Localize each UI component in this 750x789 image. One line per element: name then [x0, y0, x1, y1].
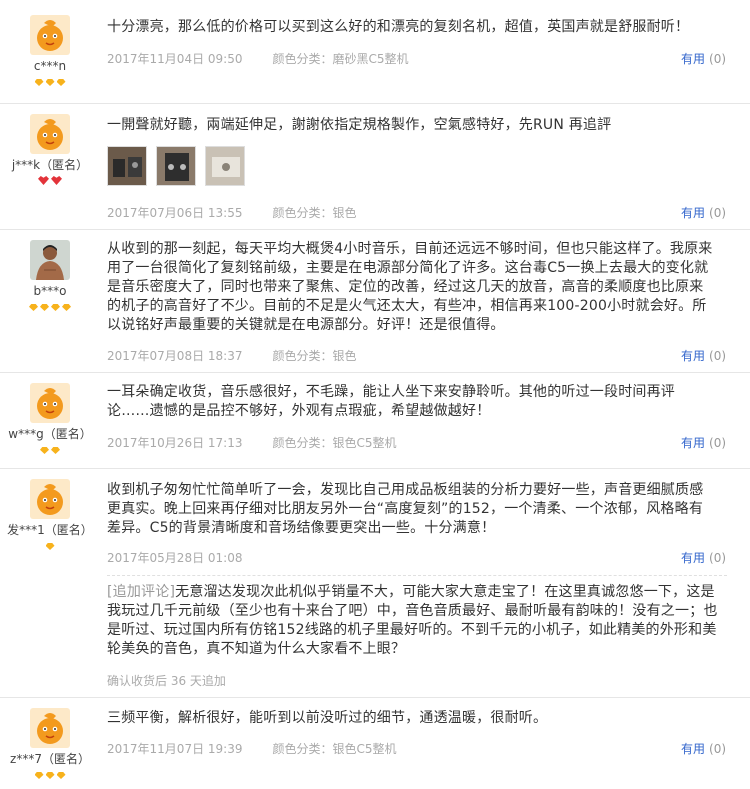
review-date: 2017年11月04日 09:50 [107, 52, 243, 66]
reviewer-name: w***g（匿名） [8, 427, 92, 441]
review-meta: 2017年11月04日 09:50 颜色分类：磨砂黑C5整机 [107, 50, 409, 67]
review-sku: 颜色分类：银色C5整机 [272, 436, 397, 450]
followup-tag: [追加评论] [107, 584, 176, 600]
review-photo-thumbnail[interactable] [205, 146, 246, 186]
review-text: 一耳朵确定收货，音乐感很好，不毛躁，能让人坐下来安静聆听。其他的听过一段时间再评… [107, 384, 675, 419]
review-text: 一開聲就好聽，兩端延伸足，謝謝依指定規格製作，空氣感特好，先RUN 再追評 [107, 117, 612, 133]
useful-label[interactable]: 有用 [681, 436, 705, 450]
followup-meta: 确认收货后 36 天追加 [107, 674, 226, 688]
photo-avatar[interactable] [30, 240, 70, 280]
reviewer-level-badge [0, 175, 100, 185]
mascot-icon[interactable] [30, 708, 70, 748]
useful-button[interactable]: 有用 (0) [681, 204, 726, 221]
mascot-icon[interactable] [30, 383, 70, 423]
useful-count: (0) [709, 551, 727, 565]
reviewer-level-badge [0, 301, 100, 311]
review-photo-thumbnail[interactable] [156, 146, 197, 186]
useful-count: (0) [709, 436, 727, 450]
review-text: 收到机子匆匆忙忙简单听了一会，发现比自己用成品板组装的分析力要好一些，声音更细腻… [107, 482, 704, 536]
useful-label[interactable]: 有用 [681, 206, 705, 220]
mascot-icon[interactable] [30, 479, 70, 519]
review-date: 2017年11月07日 19:39 [107, 742, 243, 756]
reviewer-info: z***7（匿名） [0, 708, 100, 779]
followup-divider [107, 575, 727, 576]
reviewer-level-badge [0, 444, 100, 454]
review-photo-thumbnail[interactable] [107, 146, 147, 186]
review-text: 三频平衡，解析很好，能听到以前没听过的细节，通透温暖，很耐听。 [107, 710, 548, 726]
review-item: 发***1（匿名） 收到机子匆匆忙忙简单听了一会，发现比自己用成品板组装的分析力… [0, 469, 750, 698]
useful-label[interactable]: 有用 [681, 551, 705, 565]
useful-button[interactable]: 有用 (0) [681, 434, 726, 451]
review-sku: 颜色分类：磨砂黑C5整机 [272, 52, 409, 66]
review-photos [107, 146, 249, 186]
reviewer-name: j***k（匿名） [11, 158, 89, 172]
mascot-icon[interactable] [30, 114, 70, 154]
review-meta: 2017年11月07日 19:39 颜色分类：银色C5整机 [107, 740, 397, 757]
review-item: b***o 从收到的那一刻起，每天平均大概煲4小时音乐，目前还远远不够时间，但也… [0, 230, 750, 373]
review-item: c***n 十分漂亮，那么低的价格可以买到这么好的和漂亮的复刻名机，超值，英国声… [0, 0, 750, 104]
review-sku: 颜色分类：银色 [272, 349, 357, 363]
review-meta: 2017年05月28日 01:08 [107, 549, 242, 566]
review-date: 2017年07月06日 13:55 [107, 206, 243, 220]
review-meta: 2017年07月08日 18:37 颜色分类：银色 [107, 347, 357, 364]
useful-button[interactable]: 有用 (0) [681, 549, 726, 566]
reviewer-info: 发***1（匿名） [0, 479, 100, 550]
useful-count: (0) [709, 349, 727, 363]
useful-label[interactable]: 有用 [681, 742, 705, 756]
reviewer-level-badge [0, 540, 100, 550]
reviewer-info: j***k（匿名） [0, 114, 100, 185]
followup-text: 无意溜达发现次此机似乎销量不大，可能大家大意走宝了！在这里真诚忽悠一下，这是我玩… [107, 584, 718, 657]
review-item: w***g（匿名） 一耳朵确定收货，音乐感很好，不毛躁，能让人坐下来安静聆听。其… [0, 373, 750, 469]
mascot-icon[interactable] [30, 15, 70, 55]
useful-count: (0) [709, 52, 727, 66]
reviewer-level-badge [0, 76, 100, 86]
useful-label[interactable]: 有用 [681, 349, 705, 363]
review-meta: 2017年07月06日 13:55 颜色分类：银色 [107, 204, 357, 221]
review-sku: 颜色分类：银色 [272, 206, 357, 220]
review-item: z***7（匿名） 三频平衡，解析很好，能听到以前没听过的细节，通透温暖，很耐听… [0, 698, 750, 789]
useful-button[interactable]: 有用 (0) [681, 50, 726, 67]
reviewer-name: b***o [33, 284, 67, 298]
review-sku: 颜色分类：银色C5整机 [272, 742, 397, 756]
review-date: 2017年07月08日 18:37 [107, 349, 243, 363]
review-text: 从收到的那一刻起，每天平均大概煲4小时音乐，目前还远远不够时间，但也只能这样了。… [107, 241, 713, 333]
review-meta: 2017年10月26日 17:13 颜色分类：银色C5整机 [107, 434, 397, 451]
reviewer-info: w***g（匿名） [0, 383, 100, 454]
review-item: j***k（匿名） 一開聲就好聽，兩端延伸足，謝謝依指定規格製作，空氣感特好，先… [0, 104, 750, 230]
useful-label[interactable]: 有用 [681, 52, 705, 66]
reviewer-name: c***n [33, 59, 67, 73]
review-date: 2017年10月26日 17:13 [107, 436, 243, 450]
review-text: 十分漂亮，那么低的价格可以买到这么好的和漂亮的复刻名机，超值，英国声就是舒服耐听… [107, 19, 690, 35]
useful-count: (0) [709, 206, 727, 220]
reviewer-info: b***o [0, 240, 100, 311]
reviewer-name: 发***1（匿名） [7, 523, 93, 537]
useful-button[interactable]: 有用 (0) [681, 347, 726, 364]
reviewer-level-badge [0, 769, 100, 779]
reviewer-info: c***n [0, 15, 100, 86]
useful-count: (0) [709, 742, 727, 756]
review-date: 2017年05月28日 01:08 [107, 551, 243, 565]
reviewer-name: z***7（匿名） [10, 752, 90, 766]
useful-button[interactable]: 有用 (0) [681, 740, 726, 757]
followup-review: [追加评论]无意溜达发现次此机似乎销量不大，可能大家大意走宝了！在这里真诚忽悠一… [107, 583, 727, 659]
